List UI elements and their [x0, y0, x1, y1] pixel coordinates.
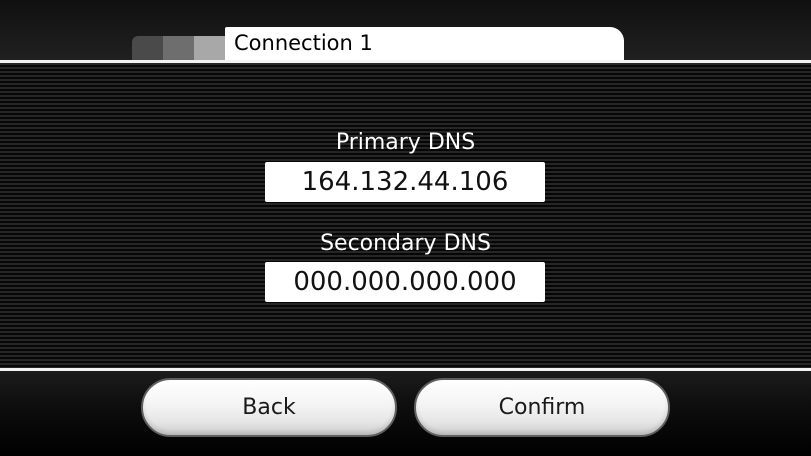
- tab-indicator-1: [132, 36, 163, 60]
- secondary-dns-field[interactable]: 000.000.000.000: [265, 262, 545, 302]
- dns-settings-screen: Connection 1 Primary DNS 164.132.44.106 …: [0, 0, 811, 456]
- tab-indicators: [132, 36, 225, 60]
- footer-bar: [0, 371, 811, 456]
- confirm-button[interactable]: Confirm: [414, 378, 670, 437]
- dns-panel: [0, 63, 811, 368]
- primary-dns-label: Primary DNS: [335, 130, 476, 155]
- tab-indicator-3: [194, 36, 225, 60]
- secondary-dns-label: Secondary DNS: [320, 231, 491, 256]
- primary-dns-field[interactable]: 164.132.44.106: [265, 162, 545, 202]
- tab-indicator-2: [163, 36, 194, 60]
- back-button[interactable]: Back: [141, 378, 397, 437]
- header-bar: Connection 1: [0, 0, 811, 60]
- page-title: Connection 1: [225, 27, 624, 60]
